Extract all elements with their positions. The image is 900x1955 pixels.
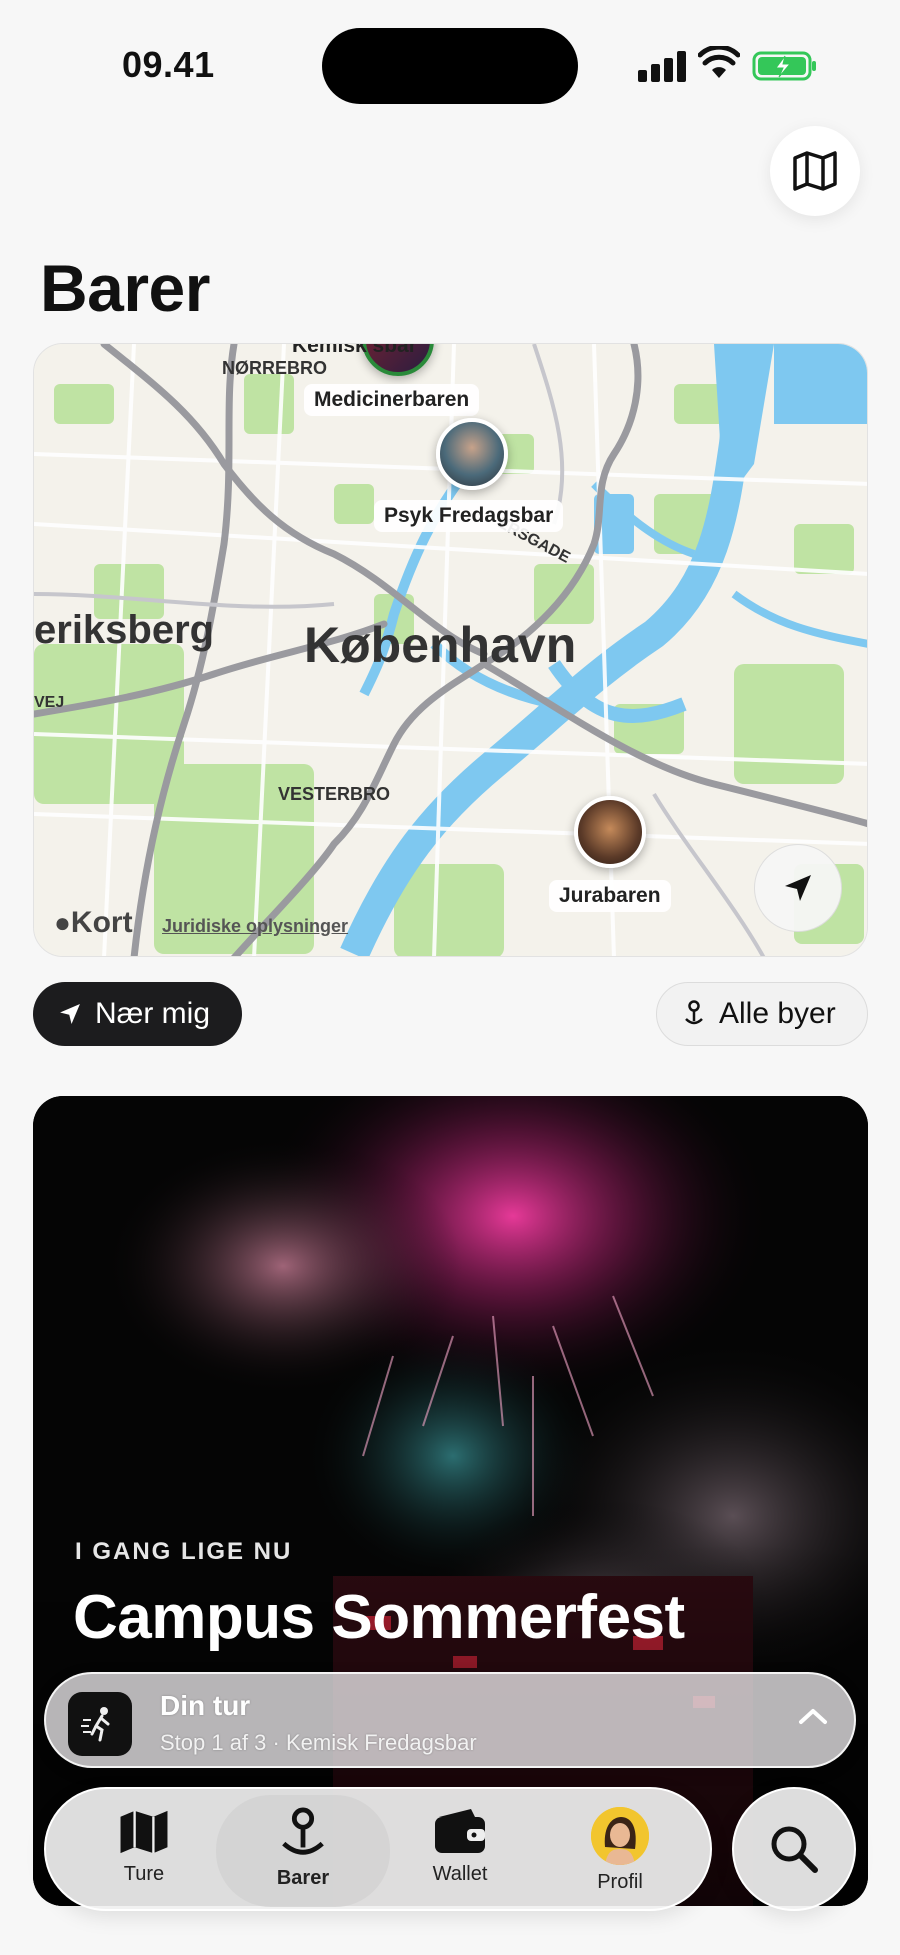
tab-label: Profil xyxy=(597,1871,643,1893)
area-label: eriksberg xyxy=(34,608,215,652)
bar-pin-label-kemisk[interactable]: Kemisk sbar xyxy=(282,344,427,362)
locate-me-button[interactable] xyxy=(754,844,842,932)
legal-link[interactable]: Juridiske oplysninger xyxy=(162,916,348,937)
all-cities-chip[interactable]: Alle byer xyxy=(656,982,868,1046)
trip-title: Din tur xyxy=(160,1690,251,1721)
district-label-vesterbro: VESTERBRO xyxy=(278,784,391,804)
map-attribution: ●Kort xyxy=(54,906,133,939)
walking-route-icon xyxy=(68,1692,132,1756)
chevron-up-icon[interactable] xyxy=(798,1706,828,1726)
event-card[interactable]: I GANG LIGE NU Campus Sommerfest xyxy=(33,1096,868,1906)
near-me-label: Nær mig xyxy=(95,997,211,1030)
tab-label: Ture xyxy=(123,1863,165,1885)
wallet-icon xyxy=(435,1809,485,1853)
location-arrow-icon xyxy=(785,875,811,901)
tab-barer[interactable]: Barer xyxy=(216,1795,390,1907)
wifi-icon xyxy=(698,46,740,78)
tab-bar: Ture Barer Wallet Profil xyxy=(44,1787,712,1911)
current-trip-bar[interactable]: Din tur Stop 1 af 3 · Kemisk Fredagsbar xyxy=(44,1672,856,1768)
search-button[interactable] xyxy=(732,1787,856,1911)
map-icon xyxy=(120,1810,168,1854)
street-label-vej: VEJ xyxy=(34,694,65,711)
event-image xyxy=(33,1096,868,1906)
status-bar: 09.41 xyxy=(0,0,900,120)
city-label: København xyxy=(304,617,577,673)
trip-subtitle: Stop 1 af 3 · Kemisk Fredagsbar xyxy=(160,1730,477,1755)
bar-pin-psyk[interactable] xyxy=(436,418,508,490)
clock: 09.41 xyxy=(122,44,215,85)
map-icon xyxy=(793,151,837,191)
bar-pin-label-jurabaren[interactable]: Jurabaren xyxy=(549,880,671,912)
event-status: I GANG LIGE NU xyxy=(75,1538,293,1565)
near-me-chip[interactable]: Nær mig xyxy=(33,982,242,1046)
battery-icon xyxy=(752,51,816,81)
bar-pin-label-medicinerbaren[interactable]: Medicinerbaren xyxy=(304,384,480,416)
pin-icon xyxy=(685,1000,703,1025)
bar-pin-label-psyk[interactable]: Psyk Fredagsbar xyxy=(374,500,564,532)
tab-profil[interactable]: Profil xyxy=(540,1789,700,1913)
tab-label: Wallet xyxy=(432,1863,488,1885)
signal-icon xyxy=(638,50,686,82)
apple-logo-icon: ● xyxy=(54,907,71,938)
event-title: Campus Sommerfest xyxy=(73,1583,685,1652)
location-arrow-icon xyxy=(60,1004,80,1024)
all-cities-label: Alle byer xyxy=(719,997,836,1030)
search-icon xyxy=(771,1826,818,1873)
pin-icon xyxy=(282,1807,324,1855)
tab-ture[interactable]: Ture xyxy=(64,1789,224,1913)
map-view[interactable]: NØRREBRO VESTERBRO ERSGADE VEJ København… xyxy=(33,343,868,957)
dynamic-island xyxy=(322,28,578,104)
tab-wallet[interactable]: Wallet xyxy=(380,1789,540,1913)
page-title: Barer xyxy=(40,251,210,325)
tab-label: Barer xyxy=(276,1867,330,1889)
bar-pin-jurabaren[interactable] xyxy=(574,796,646,868)
avatar xyxy=(591,1807,649,1865)
map-view-button[interactable] xyxy=(770,126,860,216)
